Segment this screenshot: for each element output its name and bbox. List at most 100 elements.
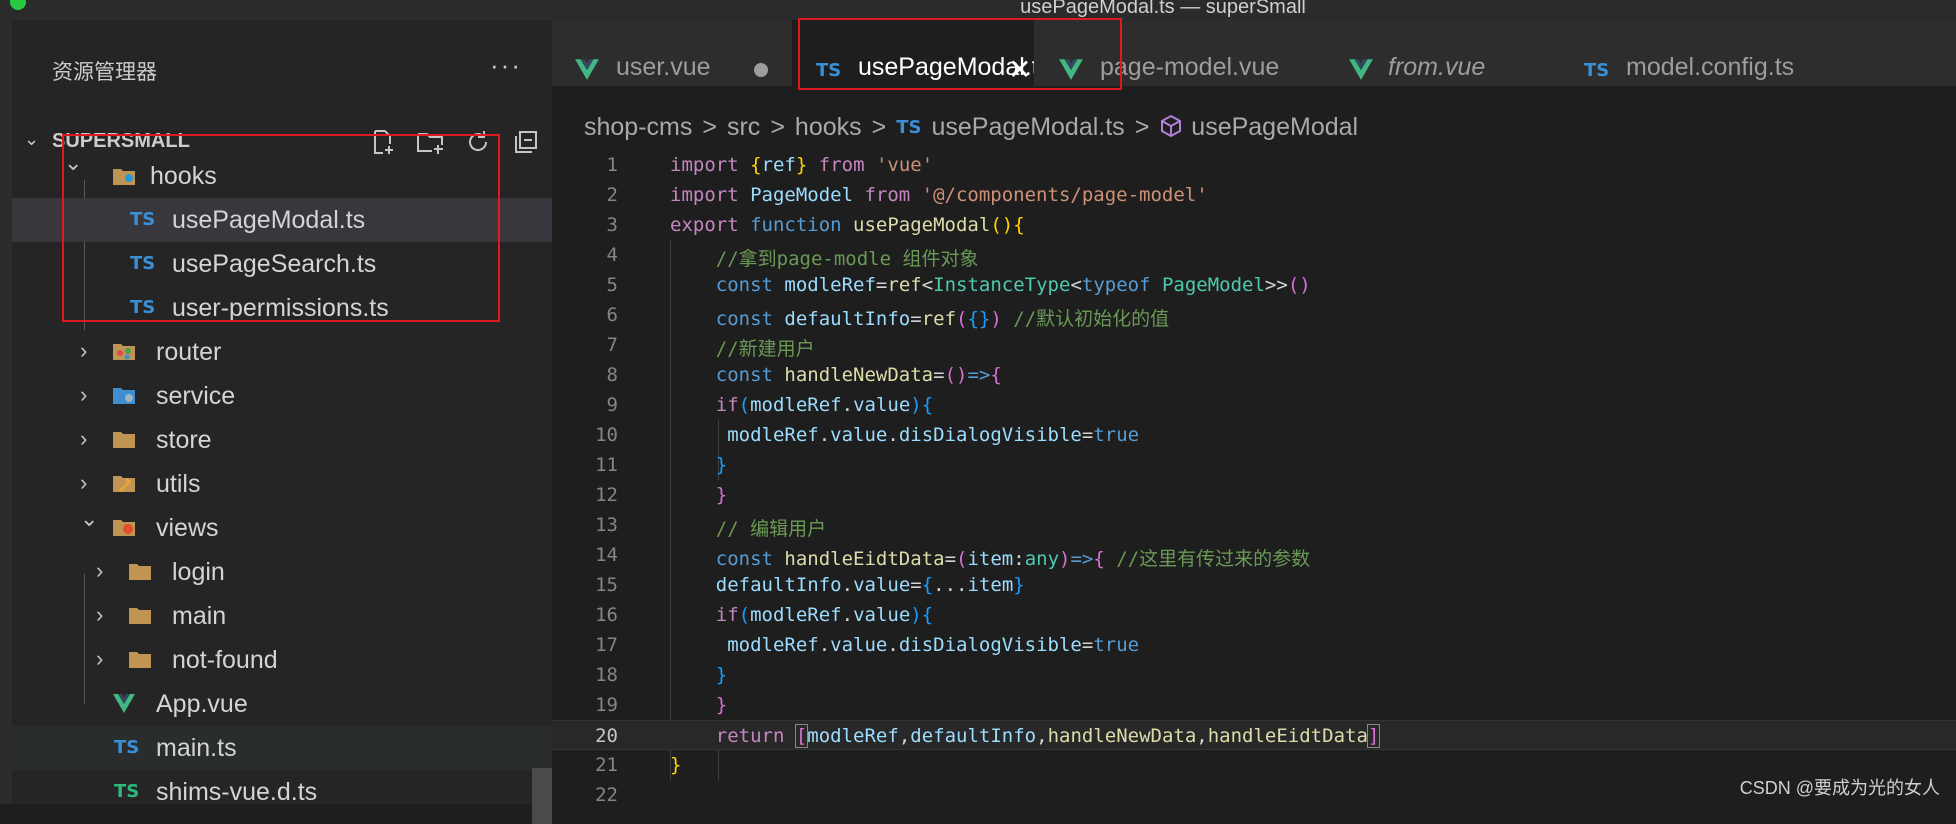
more-actions-icon[interactable]: ···	[490, 50, 522, 81]
line-text: if(modleRef.value){	[715, 394, 934, 416]
tree-item-label: login	[172, 558, 225, 586]
tree-item-main-ts[interactable]: TS main.ts	[12, 726, 552, 770]
code-line[interactable]: 7 //新建用户	[552, 330, 1956, 360]
line-text: import PageModel from '@/components/page…	[670, 184, 1208, 206]
tab-user-vue[interactable]: user.vue	[552, 20, 793, 86]
tree-item-login[interactable]: › login	[12, 550, 552, 594]
tree-item-label: not-found	[172, 646, 278, 674]
tree-item-app-vue[interactable]: App.vue	[12, 682, 552, 726]
tab-model-config-ts[interactable]: TS model.config.ts	[1562, 20, 1956, 86]
line-text: return [modleRef,defaultInfo,handleNewDa…	[715, 724, 1381, 748]
editor-tab-bar: user.vue TS usePageModal.ts ✕ page-model…	[552, 20, 1956, 86]
line-text: export function usePageModal(){	[670, 214, 1025, 236]
folder-icon	[129, 652, 151, 668]
watermark: CSDN @要成为光的女人	[1739, 778, 1940, 798]
folder-icon	[129, 608, 151, 624]
line-number: 22	[595, 784, 618, 804]
chevron-down-icon: ⌄	[24, 129, 40, 149]
highlight-box-hooks	[62, 134, 500, 322]
code-line[interactable]: 14 const handleEidtData=(item:any)=>{ //…	[552, 540, 1956, 570]
code-line[interactable]: 16 if(modleRef.value){	[552, 600, 1956, 630]
breadcrumb-item[interactable]: src	[727, 113, 760, 142]
code-line[interactable]: 10 modleRef.value.disDialogVisible=true	[552, 420, 1956, 450]
typescript-file-icon: TS	[1584, 60, 1610, 81]
code-line[interactable]: 3 export function usePageModal(){	[552, 210, 1956, 240]
tree-item-label: shims-vue.d.ts	[156, 778, 318, 806]
breadcrumb-symbol[interactable]: usePageModal	[1191, 113, 1358, 142]
code-line[interactable]: 8 const handleNewData=()=>{	[552, 360, 1956, 390]
vue-icon	[575, 59, 599, 80]
line-number: 16	[595, 604, 618, 626]
folder-views-icon	[113, 520, 135, 536]
tree-item-label: store	[156, 426, 212, 454]
code-line[interactable]: 19 }	[552, 690, 1956, 720]
sidebar-scrollbar[interactable]	[532, 768, 552, 824]
tree-item-shims-vue[interactable]: TS shims-vue.d.ts	[12, 770, 552, 814]
vue-icon	[113, 694, 135, 713]
collapse-all-icon[interactable]	[512, 128, 540, 154]
line-text: }	[715, 694, 728, 716]
code-line[interactable]: 11 }	[552, 450, 1956, 480]
line-number: 6	[606, 304, 618, 326]
line-number: 2	[606, 184, 618, 206]
line-text: }	[715, 454, 728, 476]
line-number: 7	[606, 334, 618, 356]
chevron-right-icon: ›	[80, 338, 88, 363]
line-text: const modleRef=ref<InstanceType<typeof P…	[715, 274, 1311, 296]
tree-item-not-found[interactable]: › not-found	[12, 638, 552, 682]
code-line[interactable]: 17 modleRef.value.disDialogVisible=true	[552, 630, 1956, 660]
folder-icon	[113, 432, 135, 448]
breadcrumb-separator: >	[702, 112, 717, 141]
title-bar: usePageModal.ts — superSmall	[0, 0, 1956, 20]
folder-router-icon	[113, 344, 135, 360]
code-line[interactable]: 5 const modleRef=ref<InstanceType<typeof…	[552, 270, 1956, 300]
tab-label: page-model.vue	[1100, 53, 1280, 81]
tree-item-service[interactable]: › service	[12, 374, 552, 418]
tree-item-main[interactable]: › main	[12, 594, 552, 638]
tree-item-utils[interactable]: › utils	[12, 462, 552, 506]
explorer-title: 资源管理器	[52, 61, 157, 84]
line-number: 15	[595, 574, 618, 596]
line-text: }	[715, 484, 728, 506]
line-text: if(modleRef.value){	[715, 604, 934, 626]
breadcrumb-file[interactable]: usePageModal.ts	[932, 113, 1125, 142]
tree-item-router[interactable]: › router	[12, 330, 552, 374]
code-line[interactable]: 1 import {ref} from 'vue'	[552, 150, 1956, 180]
line-number: 17	[595, 634, 618, 656]
code-line[interactable]: 15 defaultInfo.value={...item}	[552, 570, 1956, 600]
line-number: 11	[595, 454, 618, 476]
chevron-right-icon: ›	[80, 426, 88, 451]
line-number: 18	[595, 664, 618, 686]
code-line[interactable]: 9 if(modleRef.value){	[552, 390, 1956, 420]
line-text: const handleNewData=()=>{	[715, 364, 1002, 386]
breadcrumb-item[interactable]: hooks	[795, 113, 862, 142]
code-line-current[interactable]: 20 return [modleRef,defaultInfo,handleNe…	[552, 720, 1956, 750]
line-text: defaultInfo.value={...item}	[715, 574, 1025, 596]
code-line[interactable]: 13 // 编辑用户	[552, 510, 1956, 540]
tree-item-views[interactable]: ⌄ views	[12, 506, 552, 550]
code-line[interactable]: 18 }	[552, 660, 1956, 690]
line-number: 4	[606, 244, 618, 266]
chevron-right-icon: ›	[80, 382, 88, 407]
line-number: 1	[606, 154, 618, 176]
tab-from-vue[interactable]: from.vue	[1324, 20, 1563, 86]
line-number: 13	[595, 514, 618, 536]
unsaved-dot-icon[interactable]	[754, 63, 768, 77]
code-line[interactable]: 12 }	[552, 480, 1956, 510]
line-text: }	[670, 754, 682, 776]
tab-label: user.vue	[616, 53, 711, 81]
breadcrumb: shop-cms > src > hooks > TS usePageModal.ts > use…	[584, 112, 1358, 142]
line-number: 19	[595, 694, 618, 716]
code-line[interactable]: 2 import PageModel from '@/components/pag…	[552, 180, 1956, 210]
code-editor[interactable]: 1 import {ref} from 'vue' 2 import PageMod…	[552, 150, 1956, 804]
line-text: //拿到page-modle 组件对象	[670, 248, 979, 270]
tree-item-label: App.vue	[156, 690, 248, 718]
tree-item-store[interactable]: › store	[12, 418, 552, 462]
line-text: import {ref} from 'vue'	[670, 154, 934, 176]
tree-item-label: router	[156, 338, 222, 366]
breadcrumb-item[interactable]: shop-cms	[584, 113, 692, 142]
typescript-file-icon: TS	[114, 737, 140, 758]
code-line[interactable]: 6 const defaultInfo=ref({}) //默认初始化的值	[552, 300, 1956, 330]
code-line[interactable]: 4 //拿到page-modle 组件对象	[552, 240, 1956, 270]
tree-item-label: main	[172, 602, 227, 630]
